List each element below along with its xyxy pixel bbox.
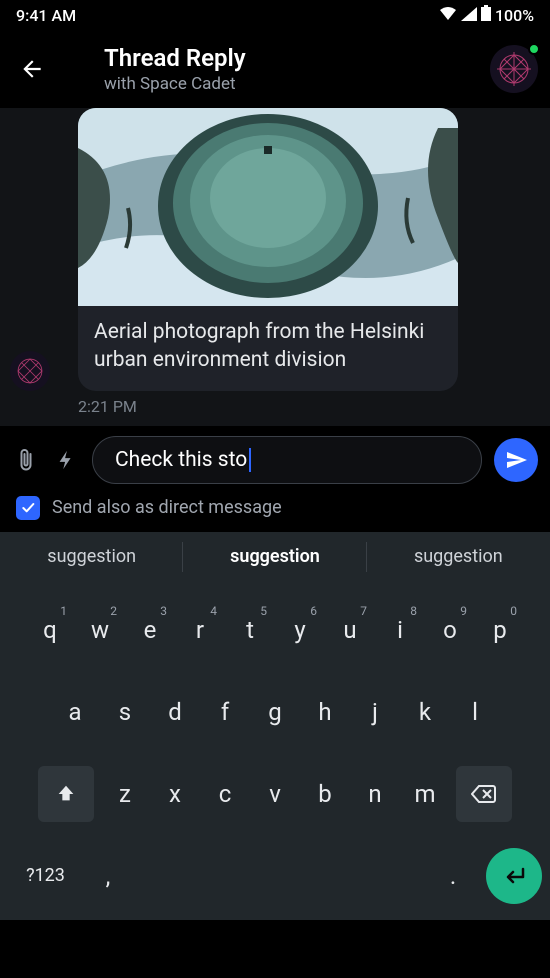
wifi-icon [439, 6, 457, 25]
key-row-4: ?123 , . [4, 846, 546, 912]
backspace-key[interactable] [456, 766, 512, 822]
space-key[interactable] [133, 848, 428, 904]
shift-key[interactable] [38, 766, 94, 822]
key-v[interactable]: v [250, 764, 300, 824]
paperclip-icon [14, 448, 38, 472]
lightning-icon [55, 449, 77, 471]
key-a[interactable]: a [50, 682, 100, 742]
key-m[interactable]: m [400, 764, 450, 824]
key-i[interactable]: i8 [375, 600, 425, 660]
key-row-1: q1w2e3r4t5y6u7i8o9p0 [4, 600, 546, 660]
soft-keyboard: q1w2e3r4t5y6u7i8o9p0 asdfghjkl zxcvbnm ?… [0, 582, 550, 920]
key-b[interactable]: b [300, 764, 350, 824]
send-button[interactable] [494, 438, 538, 482]
suggestion-mid[interactable]: suggestion [183, 532, 366, 582]
key-w[interactable]: w2 [75, 600, 125, 660]
key-z[interactable]: z [100, 764, 150, 824]
message-row: Aerial photograph from the Helsinki urba… [0, 108, 550, 393]
key-x[interactable]: x [150, 764, 200, 824]
key-row-3: zxcvbnm [4, 764, 546, 824]
key-p[interactable]: p0 [475, 600, 525, 660]
key-r[interactable]: r4 [175, 600, 225, 660]
key-u[interactable]: u7 [325, 600, 375, 660]
key-l[interactable]: l [450, 682, 500, 742]
key-j[interactable]: j [350, 682, 400, 742]
key-k[interactable]: k [400, 682, 450, 742]
key-e[interactable]: e3 [125, 600, 175, 660]
keyboard-suggestions: suggestion suggestion suggestion [0, 532, 550, 582]
message-caption: Aerial photograph from the Helsinki urba… [78, 306, 458, 391]
suggestion-left[interactable]: suggestion [0, 532, 183, 582]
enter-key[interactable] [486, 848, 542, 904]
send-icon [504, 448, 528, 472]
key-row-2: asdfghjkl [4, 682, 546, 742]
battery-icon [481, 5, 491, 25]
header-titles: Thread Reply with Space Cadet [64, 44, 478, 94]
page-subtitle: with Space Cadet [104, 74, 478, 94]
message-input-text: Check this sto [115, 448, 247, 472]
back-arrow-icon [19, 56, 45, 82]
thread-header: Thread Reply with Space Cadet [0, 30, 550, 108]
key-q[interactable]: q1 [25, 600, 75, 660]
send-as-dm-row[interactable]: Send also as direct message [0, 490, 550, 532]
key-o[interactable]: o9 [425, 600, 475, 660]
quick-action-button[interactable] [52, 446, 80, 474]
key-n[interactable]: n [350, 764, 400, 824]
enter-icon [501, 866, 527, 886]
message-bubble[interactable]: Aerial photograph from the Helsinki urba… [78, 108, 458, 391]
key-c[interactable]: c [200, 764, 250, 824]
message-input[interactable]: Check this sto [92, 436, 482, 484]
attach-button[interactable] [12, 446, 40, 474]
suggestion-right[interactable]: suggestion [367, 532, 550, 582]
check-icon [20, 500, 36, 516]
key-t[interactable]: t5 [225, 600, 275, 660]
page-title: Thread Reply [104, 44, 478, 72]
cell-signal-icon [461, 6, 477, 25]
status-bar: 9:41 AM 100% [0, 0, 550, 30]
period-key[interactable]: . [428, 846, 478, 906]
compose-bar: Check this sto [0, 426, 550, 490]
back-button[interactable] [12, 49, 52, 89]
thread-messages: Aerial photograph from the Helsinki urba… [0, 108, 550, 426]
dm-checkbox[interactable] [16, 496, 40, 520]
key-y[interactable]: y6 [275, 600, 325, 660]
text-cursor [249, 448, 251, 472]
status-time: 9:41 AM [16, 6, 76, 25]
key-d[interactable]: d [150, 682, 200, 742]
user-avatar[interactable] [490, 45, 538, 93]
backspace-icon [471, 784, 497, 804]
key-f[interactable]: f [200, 682, 250, 742]
attachment-image[interactable] [78, 108, 458, 306]
key-s[interactable]: s [100, 682, 150, 742]
presence-indicator [528, 43, 540, 55]
dm-label: Send also as direct message [52, 497, 282, 518]
message-timestamp: 2:21 PM [0, 393, 550, 426]
battery-percent: 100% [495, 6, 534, 25]
symbols-key[interactable]: ?123 [8, 848, 83, 904]
message-avatar[interactable] [10, 351, 50, 391]
key-g[interactable]: g [250, 682, 300, 742]
comma-key[interactable]: , [83, 846, 133, 906]
key-h[interactable]: h [300, 682, 350, 742]
shift-icon [55, 783, 77, 805]
status-right: 100% [439, 5, 534, 25]
